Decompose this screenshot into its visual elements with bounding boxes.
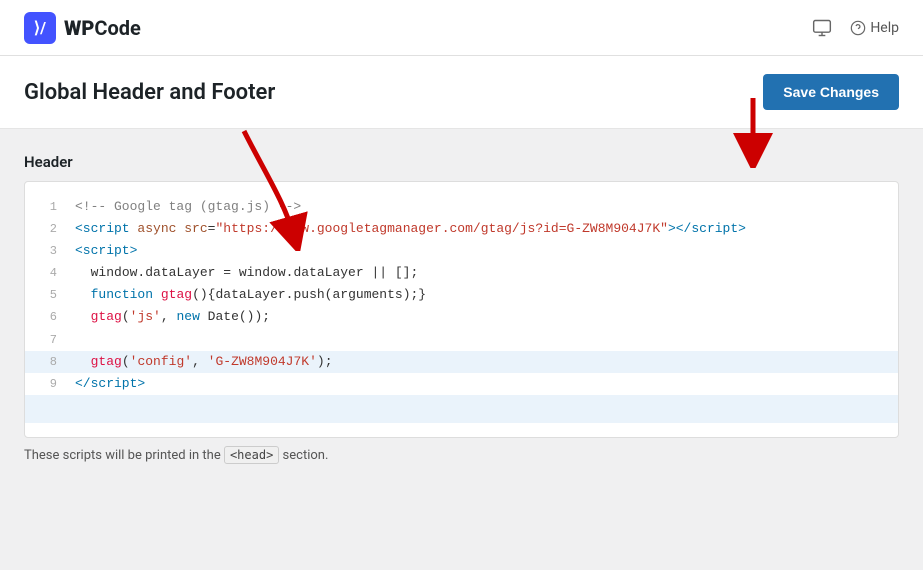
logo: ⟩/ WPCode — [24, 12, 141, 44]
line-num-4: 4 — [37, 263, 57, 283]
page-header: Global Header and Footer Save Changes — [0, 56, 923, 129]
line-num-3: 3 — [37, 241, 57, 261]
line-content-9: </script> — [75, 373, 145, 395]
content: Header 1 <!-- Google ta — [0, 129, 923, 487]
save-changes-button[interactable]: Save Changes — [763, 74, 899, 110]
help-link[interactable]: Help — [850, 20, 899, 36]
footer-note-before: These scripts will be printed in the — [24, 448, 224, 463]
footer-note-after: section. — [279, 448, 328, 463]
monitor-icon[interactable] — [812, 18, 832, 38]
line-num-6: 6 — [37, 307, 57, 327]
line-content-4: window.dataLayer = window.dataLayer || [… — [75, 262, 418, 284]
line-content-3: <script> — [75, 240, 137, 262]
help-label: Help — [870, 20, 899, 36]
code-line-2: 2 <script async src="https://www.googlet… — [25, 218, 898, 240]
code-line-1: 1 <!-- Google tag (gtag.js) --> — [25, 196, 898, 218]
header-section-title: Header — [24, 153, 899, 171]
line-num-2: 2 — [37, 219, 57, 239]
logo-icon: ⟩/ — [24, 12, 56, 44]
logo-text: WPCode — [64, 16, 141, 40]
line-content-6: gtag('js', new Date()); — [75, 306, 270, 328]
line-num-7: 7 — [37, 330, 57, 350]
code-editor-wrapper: 1 <!-- Google tag (gtag.js) --> 2 <scrip… — [24, 181, 899, 438]
code-line-3: 3 <script> — [25, 240, 898, 262]
code-lines: 1 <!-- Google tag (gtag.js) --> 2 <scrip… — [25, 182, 898, 437]
line-num-9: 9 — [37, 374, 57, 394]
line-num-1: 1 — [37, 197, 57, 217]
topbar: ⟩/ WPCode Help — [0, 0, 923, 56]
code-line-4: 4 window.dataLayer = window.dataLayer ||… — [25, 262, 898, 284]
code-line-10 — [25, 395, 898, 423]
code-line-8: 8 gtag('config', 'G-ZW8M904J7K'); — [25, 351, 898, 373]
code-line-5: 5 function gtag(){dataLayer.push(argumen… — [25, 284, 898, 306]
line-content-2: <script async src="https://www.googletag… — [75, 218, 746, 240]
line-num-5: 5 — [37, 285, 57, 305]
footer-note: These scripts will be printed in the <he… — [24, 448, 899, 463]
line-content-7 — [75, 329, 83, 351]
line-content-5: function gtag(){dataLayer.push(arguments… — [75, 284, 426, 306]
code-line-7: 7 — [25, 329, 898, 351]
footer-note-code: <head> — [224, 446, 279, 464]
code-line-6: 6 gtag('js', new Date()); — [25, 306, 898, 328]
topbar-right: Help — [812, 18, 899, 38]
line-content-1: <!-- Google tag (gtag.js) --> — [75, 196, 301, 218]
code-editor[interactable]: 1 <!-- Google tag (gtag.js) --> 2 <scrip… — [24, 181, 899, 438]
page-title: Global Header and Footer — [24, 80, 275, 105]
line-content-8: gtag('config', 'G-ZW8M904J7K'); — [75, 351, 333, 373]
code-line-9: 9 </script> — [25, 373, 898, 395]
line-num-8: 8 — [37, 352, 57, 372]
